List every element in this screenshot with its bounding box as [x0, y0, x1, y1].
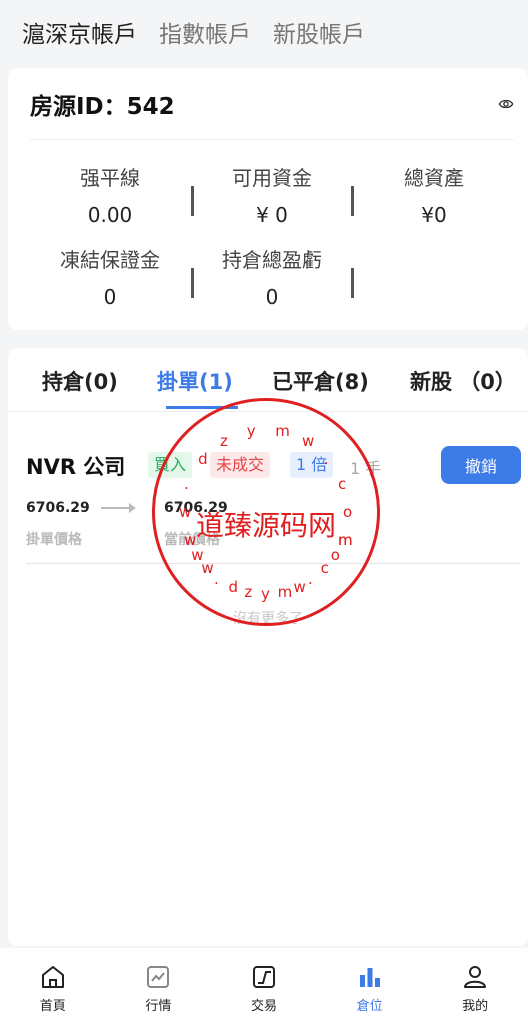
tab-pending-orders[interactable]: 掛單(1): [157, 366, 233, 396]
order-stock-name: NVR 公司: [26, 455, 126, 479]
stat-label: 可用資金: [232, 166, 312, 190]
stat-value: ¥0: [421, 203, 447, 227]
order-leverage-badge: 1 倍: [290, 452, 334, 478]
nav-trade[interactable]: 交易: [211, 948, 317, 1024]
order-price-value: 6706.29: [26, 500, 90, 516]
row-divider: [26, 563, 520, 564]
nav-profile[interactable]: 我的: [422, 948, 528, 1024]
orders-card: 持倉(0) 掛單(1) 已平倉(8) 新股 （0） NVR 公司 買入 未成交 …: [8, 348, 528, 946]
trade-icon: [252, 966, 275, 988]
stat-label: 持倉總盈虧: [222, 248, 322, 272]
order-price-label: 掛單價格: [26, 532, 82, 548]
no-more-text: 沒有更多了: [233, 611, 303, 627]
cancel-order-button[interactable]: 撤銷: [441, 446, 521, 484]
tab-positions[interactable]: 持倉(0): [42, 366, 118, 396]
stat-frozen-margin: 凍結保證金 0: [30, 244, 190, 309]
eye-icon[interactable]: [498, 96, 514, 112]
stat-label: 凍結保證金: [60, 248, 160, 272]
order-status-badge: 未成交: [210, 452, 271, 478]
order-side-badge: 買入: [148, 452, 193, 478]
stat-liquidation-line: 强平線 0.00: [30, 162, 190, 227]
current-price-value: 6706.29: [164, 500, 228, 516]
nav-positions-label: 倉位: [356, 999, 383, 1014]
arrow-right-icon: [101, 503, 136, 513]
account-header: 房源ID：542: [30, 68, 514, 140]
position-icon: [359, 968, 380, 987]
stat-total-assets: 總資產 ¥0: [354, 162, 514, 227]
stat-label: 總資產: [404, 166, 464, 190]
tab-closed-positions[interactable]: 已平倉(8): [272, 366, 369, 396]
stat-position-pnl: 持倉總盈虧 0: [192, 244, 352, 309]
stat-divider: [351, 268, 354, 298]
tab-new-stock-account[interactable]: 新股帳戶: [273, 15, 365, 49]
stat-label: 强平線: [80, 166, 140, 190]
order-quantity: 1 手: [350, 459, 382, 478]
tab-new-stocks[interactable]: 新股 （0）: [410, 366, 516, 396]
account-tabs: 滬深京帳戶 指數帳戶 新股帳戶: [0, 0, 528, 64]
stat-value: 0: [265, 285, 279, 309]
stat-value: 0.00: [87, 203, 133, 227]
profile-icon: [464, 966, 487, 988]
nav-positions[interactable]: 倉位: [317, 948, 423, 1024]
account-title: 房源ID：542: [30, 93, 175, 120]
tab-shanghai-shenzhen-account[interactable]: 滬深京帳戶: [22, 15, 137, 49]
order-tabs: 持倉(0) 掛單(1) 已平倉(8) 新股 （0）: [8, 348, 528, 412]
nav-home-label: 首頁: [39, 999, 66, 1014]
current-price-label: 當前價格: [164, 532, 220, 548]
bottom-nav: 首頁 行情 交易 倉位 我的: [0, 948, 528, 1024]
stat-value: ¥ 0: [256, 203, 288, 227]
stat-value: 0: [103, 285, 117, 309]
chart-icon: [147, 966, 170, 988]
nav-market-label: 行情: [145, 999, 172, 1014]
home-icon: [41, 966, 64, 988]
account-summary-card: 房源ID：542 强平線 0.00 可用資金 ¥ 0 總資產 ¥0 凍結保證金 …: [8, 68, 528, 330]
nav-profile-label: 我的: [462, 999, 489, 1014]
stat-available-funds: 可用資金 ¥ 0: [192, 162, 352, 227]
active-tab-indicator: [166, 406, 238, 409]
nav-trade-label: 交易: [250, 999, 277, 1014]
tab-index-account[interactable]: 指數帳戶: [159, 15, 251, 49]
nav-home[interactable]: 首頁: [0, 948, 106, 1024]
nav-market[interactable]: 行情: [106, 948, 212, 1024]
